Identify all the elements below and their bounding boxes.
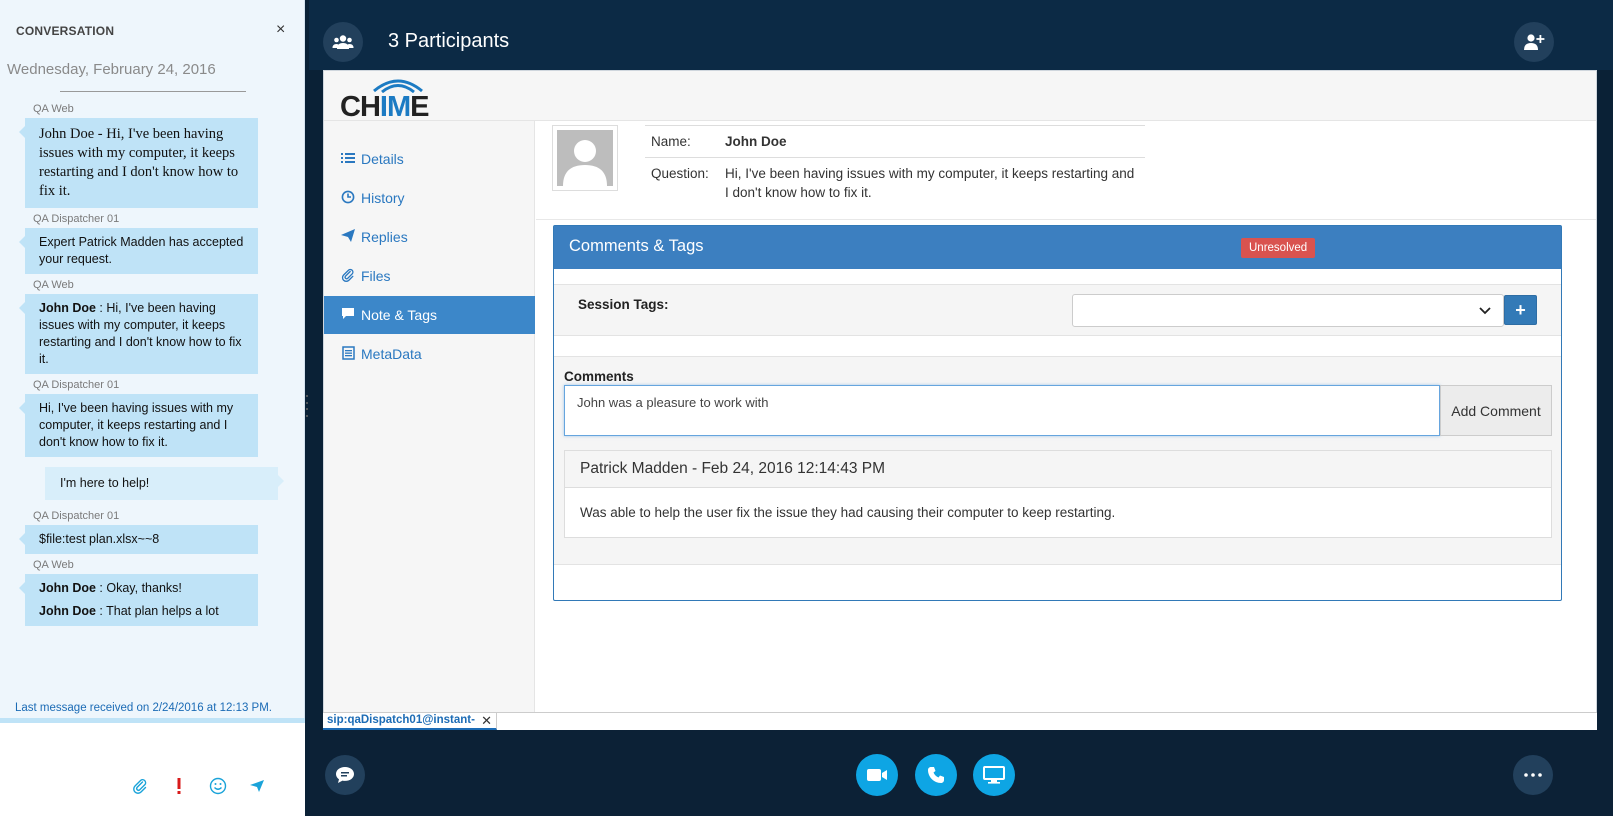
conversation-date: Wednesday, February 24, 2016 (7, 61, 216, 78)
message-bubble: John Doe : Hi, I've been having issues w… (19, 294, 258, 374)
last-message-status: Last message received on 2/24/2016 at 12… (15, 702, 272, 714)
info-divider (536, 219, 1596, 220)
session-tab-strip: sip:qaDispatch01@instant- ✕ (323, 712, 1597, 730)
close-conversation-button[interactable]: × (276, 21, 285, 39)
add-participant-button[interactable] (1514, 22, 1554, 62)
audio-call-button[interactable] (915, 754, 957, 796)
nav-note-tags[interactable]: Note & Tags (324, 296, 535, 334)
session-tags-select[interactable] (1072, 294, 1504, 327)
side-navigation: Details History Replies Files Note & Tag… (324, 121, 535, 728)
message-list[interactable]: QA Web John Doe - Hi, I've been having i… (0, 100, 305, 631)
nav-replies[interactable]: Replies (324, 218, 535, 256)
panel-title: Comments & Tags (569, 237, 704, 255)
add-tag-button[interactable]: + (1504, 295, 1537, 325)
message-bubble: Expert Patrick Madden has accepted your … (19, 228, 258, 274)
ellipsis-icon (1524, 773, 1542, 777)
user-question: Hi, I've been having issues with my comp… (725, 166, 1135, 200)
paper-plane-icon (340, 229, 356, 245)
conversation-panel: CONVERSATION × Wednesday, February 24, 2… (0, 0, 305, 816)
session-tags-row: Session Tags: + (554, 284, 1561, 336)
nav-history[interactable]: History (324, 179, 535, 217)
compose-box[interactable] (0, 723, 305, 816)
participants-button[interactable] (323, 22, 363, 62)
user-info-table: Name: John Doe Question: Hi, I've been h… (645, 125, 1145, 208)
add-person-icon (1524, 34, 1545, 50)
emoji-icon[interactable] (208, 776, 228, 796)
chime-logo: CHIME (340, 79, 440, 123)
document-icon (340, 345, 356, 363)
phone-icon (928, 767, 944, 783)
message-sender: QA Web (33, 559, 74, 571)
comment-body: Was able to help the user fix the issue … (580, 505, 1116, 520)
status-badge: Unresolved (1241, 238, 1316, 258)
compose-toolbar (130, 776, 267, 796)
question-label: Question: (651, 166, 709, 181)
message-sender: QA Web (33, 279, 74, 291)
chat-toggle-button[interactable] (325, 755, 365, 795)
nav-files[interactable]: Files (324, 257, 535, 295)
file-message-bubble[interactable]: $file:test plan.xlsx~~8 (19, 525, 258, 554)
name-label: Name: (651, 134, 691, 149)
comment-card: Patrick Madden - Feb 24, 2016 12:14:43 P… (564, 450, 1552, 538)
message-sender: QA Dispatcher 01 (33, 213, 120, 225)
sip-session-tab[interactable]: sip:qaDispatch01@instant- ✕ (323, 713, 497, 730)
more-options-button[interactable] (1513, 755, 1553, 795)
message-sender: QA Web (33, 103, 74, 115)
user-name: John Doe (725, 134, 787, 149)
person-silhouette-icon (563, 140, 607, 186)
chevron-down-icon (1479, 303, 1491, 318)
attach-file-icon[interactable] (130, 776, 150, 796)
brand-header: CHIME (324, 71, 1596, 123)
note-tags-content: Name: John Doe Question: Hi, I've been h… (536, 121, 1596, 728)
message-bubble-own: I'm here to help! (45, 467, 284, 500)
send-icon[interactable] (247, 776, 267, 796)
comments-section: Comments John was a pleasure to work wit… (554, 356, 1561, 565)
conversation-header: CONVERSATION (16, 24, 115, 38)
paperclip-icon (340, 268, 356, 285)
comments-tags-panel: Comments & Tags Unresolved Session Tags:… (553, 225, 1562, 601)
list-icon (340, 152, 356, 167)
message-sender: QA Dispatcher 01 (33, 379, 120, 391)
session-tags-label: Session Tags: (578, 297, 669, 312)
comment-input[interactable]: John was a pleasure to work with (564, 385, 1440, 436)
chime-app-frame: CHIME Details History Replies Files Note… (323, 70, 1597, 729)
panel-header: Comments & Tags Unresolved (554, 226, 1561, 269)
participants-count: 3 Participants (388, 30, 510, 52)
panel-splitter-handle[interactable] (305, 395, 309, 417)
add-comment-button[interactable]: Add Comment (1440, 385, 1552, 436)
message-bubble: Hi, I've been having issues with my comp… (19, 394, 258, 457)
date-divider (60, 91, 246, 92)
video-camera-icon (867, 769, 887, 781)
nav-metadata[interactable]: MetaData (324, 335, 535, 373)
important-icon[interactable] (169, 776, 189, 796)
video-call-button[interactable] (856, 754, 898, 796)
call-top-bar: 3 Participants (309, 0, 1613, 70)
history-icon (340, 190, 356, 207)
chat-bubble-icon (336, 767, 354, 783)
message-bubble: John Doe - Hi, I've been having issues w… (19, 118, 258, 208)
message-sender: QA Dispatcher 01 (33, 510, 120, 522)
comment-author: Patrick Madden - Feb 24, 2016 12:14:43 P… (565, 451, 1551, 488)
nav-details[interactable]: Details (324, 140, 535, 178)
monitor-icon (983, 766, 1005, 784)
user-avatar (552, 125, 618, 191)
comment-icon (340, 307, 356, 323)
close-tab-icon[interactable]: ✕ (481, 713, 492, 729)
comments-label: Comments (564, 369, 634, 384)
screen-share-button[interactable] (973, 754, 1015, 796)
call-controls-bar (309, 730, 1613, 816)
message-bubble: John Doe : Okay, thanks! John Doe : That… (19, 574, 258, 626)
people-icon (332, 35, 354, 49)
